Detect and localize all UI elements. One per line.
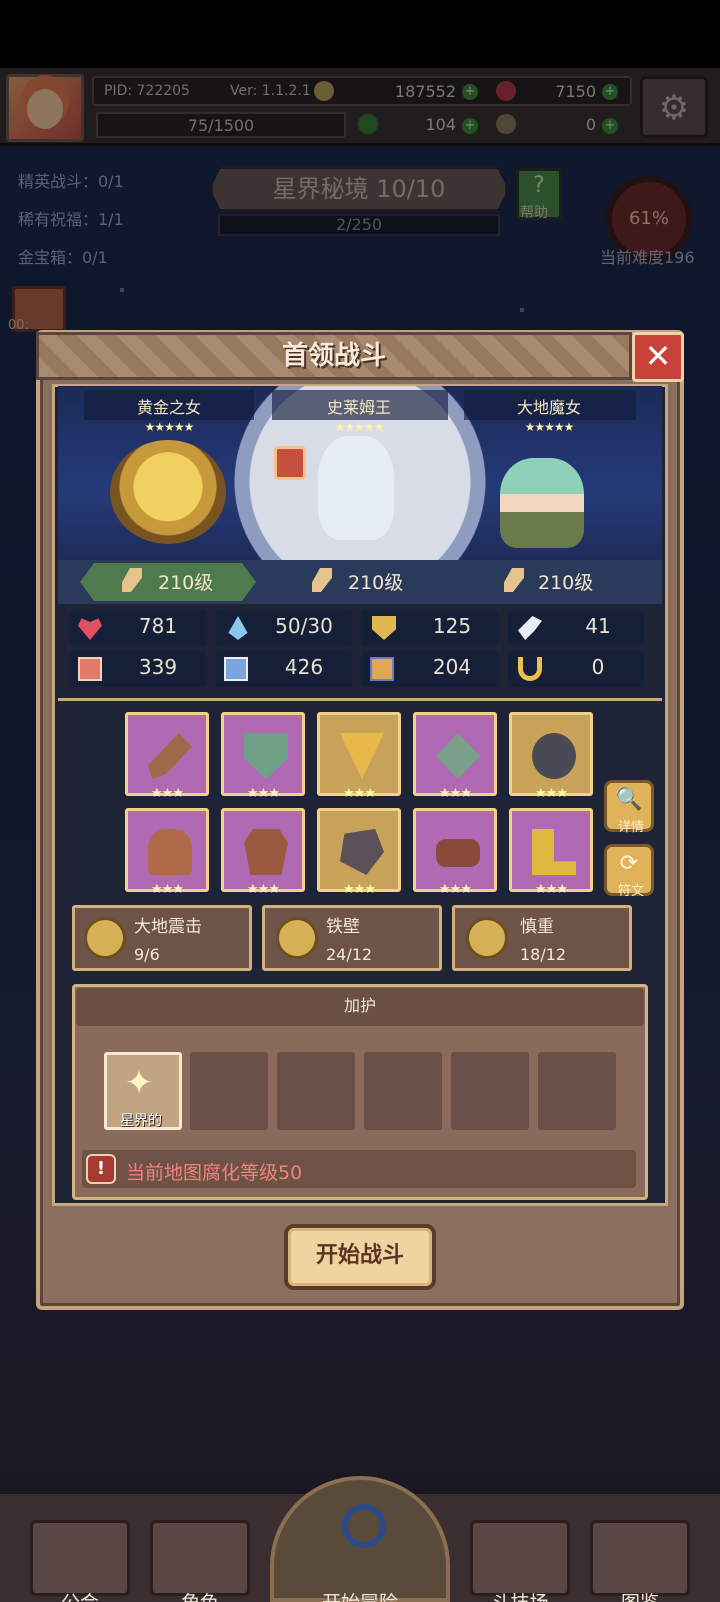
stat-speed: 41: [585, 614, 611, 638]
slime-king-portrait[interactable]: [318, 436, 394, 540]
equip-stars: ★★★: [535, 786, 568, 801]
nav-adventure-label: 开始冒险: [310, 1588, 410, 1602]
equip-stars: ★★★: [439, 786, 472, 801]
blessing-slot-empty[interactable]: [277, 1052, 355, 1130]
blessing-slot-empty[interactable]: [538, 1052, 616, 1130]
skill-count-1: 9/6: [134, 945, 160, 964]
necklace-icon: [340, 733, 384, 779]
equip-amulet[interactable]: [413, 712, 497, 796]
earth-witch-portrait[interactable]: [500, 458, 584, 548]
blessing-title: 加护: [343, 996, 376, 1015]
boss-level-2[interactable]: 210级: [348, 568, 403, 595]
equip-helmet[interactable]: [125, 808, 209, 892]
equip-stars: ★★★: [247, 882, 280, 897]
equip-stars: ★★★: [343, 786, 376, 801]
ring-icon: [532, 733, 576, 779]
equip-armor[interactable]: [221, 808, 305, 892]
skill-earthquake-icon: [84, 917, 126, 959]
helmet-icon: [148, 829, 192, 875]
blessing-slot-empty[interactable]: [364, 1052, 442, 1130]
skill-name-1: 大地震击: [134, 917, 202, 937]
boss-name-3: 大地魔女: [516, 398, 581, 417]
golden-maiden-portrait[interactable]: [110, 440, 226, 544]
swap-icon[interactable]: [274, 446, 306, 480]
equip-stars: ★★★: [151, 882, 184, 897]
equip-gauntlet[interactable]: [317, 808, 401, 892]
detail-label: 详情: [617, 820, 644, 835]
equip-stars: ★★★: [343, 882, 376, 897]
book-icon: [224, 657, 248, 681]
shield-icon: [244, 733, 288, 779]
blessing-slot-label: 星界的: [120, 1113, 162, 1129]
skill-name-2: 铁壁: [326, 917, 360, 937]
nav-guild-button[interactable]: [30, 1520, 130, 1596]
stat-mp: 50/30: [275, 614, 333, 638]
skill-caution-icon: [466, 917, 508, 959]
nav-codex-button[interactable]: [590, 1520, 690, 1596]
skill-count-2: 24/12: [326, 945, 373, 964]
close-button[interactable]: ✕: [632, 332, 684, 382]
equip-stars: ★★★: [439, 882, 472, 897]
rune-label: 符文: [617, 884, 644, 899]
stat-hp: 781: [138, 614, 178, 638]
magnet-icon: [518, 657, 542, 681]
fist-icon: [78, 657, 102, 681]
blessing-slot-empty[interactable]: [190, 1052, 268, 1130]
equip-necklace[interactable]: [317, 712, 401, 796]
nav-character-button[interactable]: [150, 1520, 250, 1596]
amulet-icon: [436, 733, 480, 779]
stat-agility: 204: [432, 655, 472, 679]
sparkle-icon: ✦: [124, 1063, 154, 1103]
boss-stars-2: ★★★★★: [334, 420, 385, 434]
nav-arena-label: 斗技场: [470, 1588, 570, 1602]
equip-stars: ★★★: [535, 882, 568, 897]
sword-icon: [148, 733, 192, 779]
boss-level-3[interactable]: 210级: [538, 568, 593, 595]
corruption-warning-text: 当前地图腐化等级50: [126, 1162, 303, 1184]
boss-name-1: 黄金之女: [136, 398, 201, 417]
boss-name-2: 史莱姆王: [326, 398, 391, 417]
nav-guild-label: 公会: [30, 1588, 130, 1602]
section-divider: [58, 698, 662, 701]
gauntlet-icon: [340, 829, 384, 875]
skill-name-3: 慎重: [520, 917, 554, 937]
blessing-slot-empty[interactable]: [451, 1052, 529, 1130]
equip-stars: ★★★: [151, 786, 184, 801]
equip-sword[interactable]: [125, 712, 209, 796]
magnifier-icon: [342, 1504, 386, 1548]
boss-stars-3: ★★★★★: [524, 420, 575, 434]
equip-belt[interactable]: [413, 808, 497, 892]
boss-stars-1: ★★★★★: [144, 420, 195, 434]
equip-boots[interactable]: [509, 808, 593, 892]
status-bar: [0, 0, 720, 68]
belt-icon: [436, 839, 480, 867]
modal-title-bar: 首领战斗: [36, 332, 632, 380]
blessing-header: 加护: [76, 988, 644, 1026]
nav-arena-button[interactable]: [470, 1520, 570, 1596]
equip-stars: ★★★: [247, 786, 280, 801]
start-battle-button[interactable]: 开始战斗: [284, 1224, 436, 1290]
modal-title: 首领战斗: [281, 341, 386, 371]
skill-count-3: 18/12: [520, 945, 567, 964]
nav-character-label: 角色: [150, 1588, 250, 1602]
stat-attack: 339: [138, 655, 178, 679]
stat-defense: 125: [432, 614, 472, 638]
equip-shield[interactable]: [221, 712, 305, 796]
equip-ring[interactable]: [509, 712, 593, 796]
skill-iron-wall-icon: [276, 917, 318, 959]
armor-icon: [244, 829, 288, 875]
start-battle-label: 开始战斗: [315, 1243, 404, 1268]
boots-icon: [532, 829, 576, 875]
stat-magic: 426: [284, 655, 324, 679]
stat-pickup: 0: [591, 655, 605, 679]
nav-codex-label: 图鉴: [590, 1588, 690, 1602]
boss-level-1: 210级: [158, 572, 214, 594]
warning-icon: !: [86, 1154, 116, 1184]
boot-icon: [370, 657, 394, 681]
